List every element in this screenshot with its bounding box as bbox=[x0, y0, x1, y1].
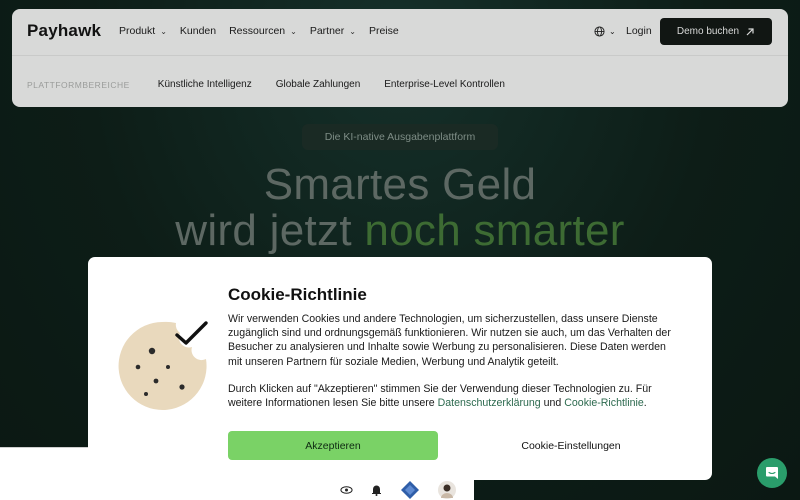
language-selector[interactable]: ⌄ bbox=[594, 26, 616, 37]
platform-areas-bar: PLATTFORMBEREICHE Künstliche Intelligenz… bbox=[27, 79, 529, 90]
chevron-down-icon: ⌄ bbox=[160, 26, 167, 36]
main-nav: Produkt ⌄ Kunden Ressourcen ⌄ Partner ⌄ … bbox=[119, 25, 412, 37]
eye-icon bbox=[340, 486, 353, 494]
diamond-logo-icon bbox=[401, 481, 419, 499]
sub-link-controls[interactable]: Enterprise-Level Kontrollen bbox=[384, 79, 505, 90]
nav-label: Preise bbox=[368, 25, 399, 37]
platform-areas-label: PLATTFORMBEREICHE bbox=[27, 79, 130, 90]
hero-line2-accent: noch smarter bbox=[364, 206, 625, 255]
consent-text-mid: und bbox=[540, 397, 565, 410]
chevron-down-icon: ⌄ bbox=[290, 26, 297, 36]
site-header: Payhawk Produkt ⌄ Kunden Ressourcen ⌄ Pa… bbox=[12, 9, 788, 107]
globe-icon bbox=[594, 26, 605, 37]
consent-text-suffix: . bbox=[643, 397, 647, 410]
cookie-settings-button[interactable]: Cookie-Einstellungen bbox=[466, 431, 676, 460]
chevron-down-icon: ⌄ bbox=[349, 26, 356, 36]
privacy-policy-link[interactable]: Datenschutzerklärung bbox=[438, 397, 541, 409]
chat-icon bbox=[766, 467, 778, 479]
nav-item-preise[interactable]: Preise bbox=[369, 25, 399, 37]
avatar bbox=[438, 481, 456, 499]
nav-item-kunden[interactable]: Kunden bbox=[180, 25, 216, 37]
sub-link-ai[interactable]: Künstliche Intelligenz bbox=[158, 79, 252, 90]
hero-headline-line2: wird jetzt noch smarter bbox=[0, 206, 800, 256]
accept-button[interactable]: Akzeptieren bbox=[228, 431, 438, 460]
arrow-up-right-icon bbox=[746, 27, 754, 35]
nav-item-ressourcen[interactable]: Ressourcen ⌄ bbox=[229, 25, 297, 37]
preview-toolbar bbox=[340, 480, 456, 500]
cookie-modal-consent-text: Durch Klicken auf "Akzeptieren" stimmen … bbox=[228, 382, 678, 410]
payhawk-logo[interactable]: Payhawk bbox=[27, 21, 101, 41]
nav-item-produkt[interactable]: Produkt ⌄ bbox=[119, 25, 167, 37]
sub-link-payments[interactable]: Globale Zahlungen bbox=[276, 79, 361, 90]
cookie-policy-link[interactable]: Cookie-Richtlinie bbox=[564, 397, 643, 409]
hero-tagline-pill: Die KI-native Ausgabenplattform bbox=[302, 124, 498, 150]
bell-icon bbox=[372, 485, 381, 496]
cookie-modal: Cookie-Richtlinie Wir verwenden Cookies … bbox=[88, 257, 712, 480]
nav-item-partner[interactable]: Partner ⌄ bbox=[310, 25, 356, 37]
demo-button-label: Demo buchen bbox=[676, 26, 740, 37]
hero-line2-prefix: wird jetzt bbox=[175, 206, 365, 255]
cookie-modal-title: Cookie-Richtlinie bbox=[228, 285, 367, 304]
chat-launcher-button[interactable] bbox=[757, 458, 787, 488]
hero-headline-line1: Smartes Geld bbox=[263, 160, 537, 209]
cookie-icon bbox=[118, 321, 208, 410]
header-divider bbox=[12, 55, 788, 56]
chevron-down-icon: ⌄ bbox=[609, 27, 616, 36]
demo-button[interactable]: Demo buchen bbox=[660, 18, 772, 45]
cookie-modal-description: Wir verwenden Cookies und andere Technol… bbox=[228, 313, 671, 368]
nav-label: Ressourcen bbox=[229, 25, 286, 37]
header-top-bar: Payhawk Produkt ⌄ Kunden Ressourcen ⌄ Pa… bbox=[12, 9, 788, 55]
nav-label: Produkt bbox=[119, 25, 156, 37]
login-link[interactable]: Login bbox=[626, 25, 652, 37]
nav-label: Partner bbox=[309, 25, 345, 37]
nav-label: Kunden bbox=[179, 25, 217, 37]
